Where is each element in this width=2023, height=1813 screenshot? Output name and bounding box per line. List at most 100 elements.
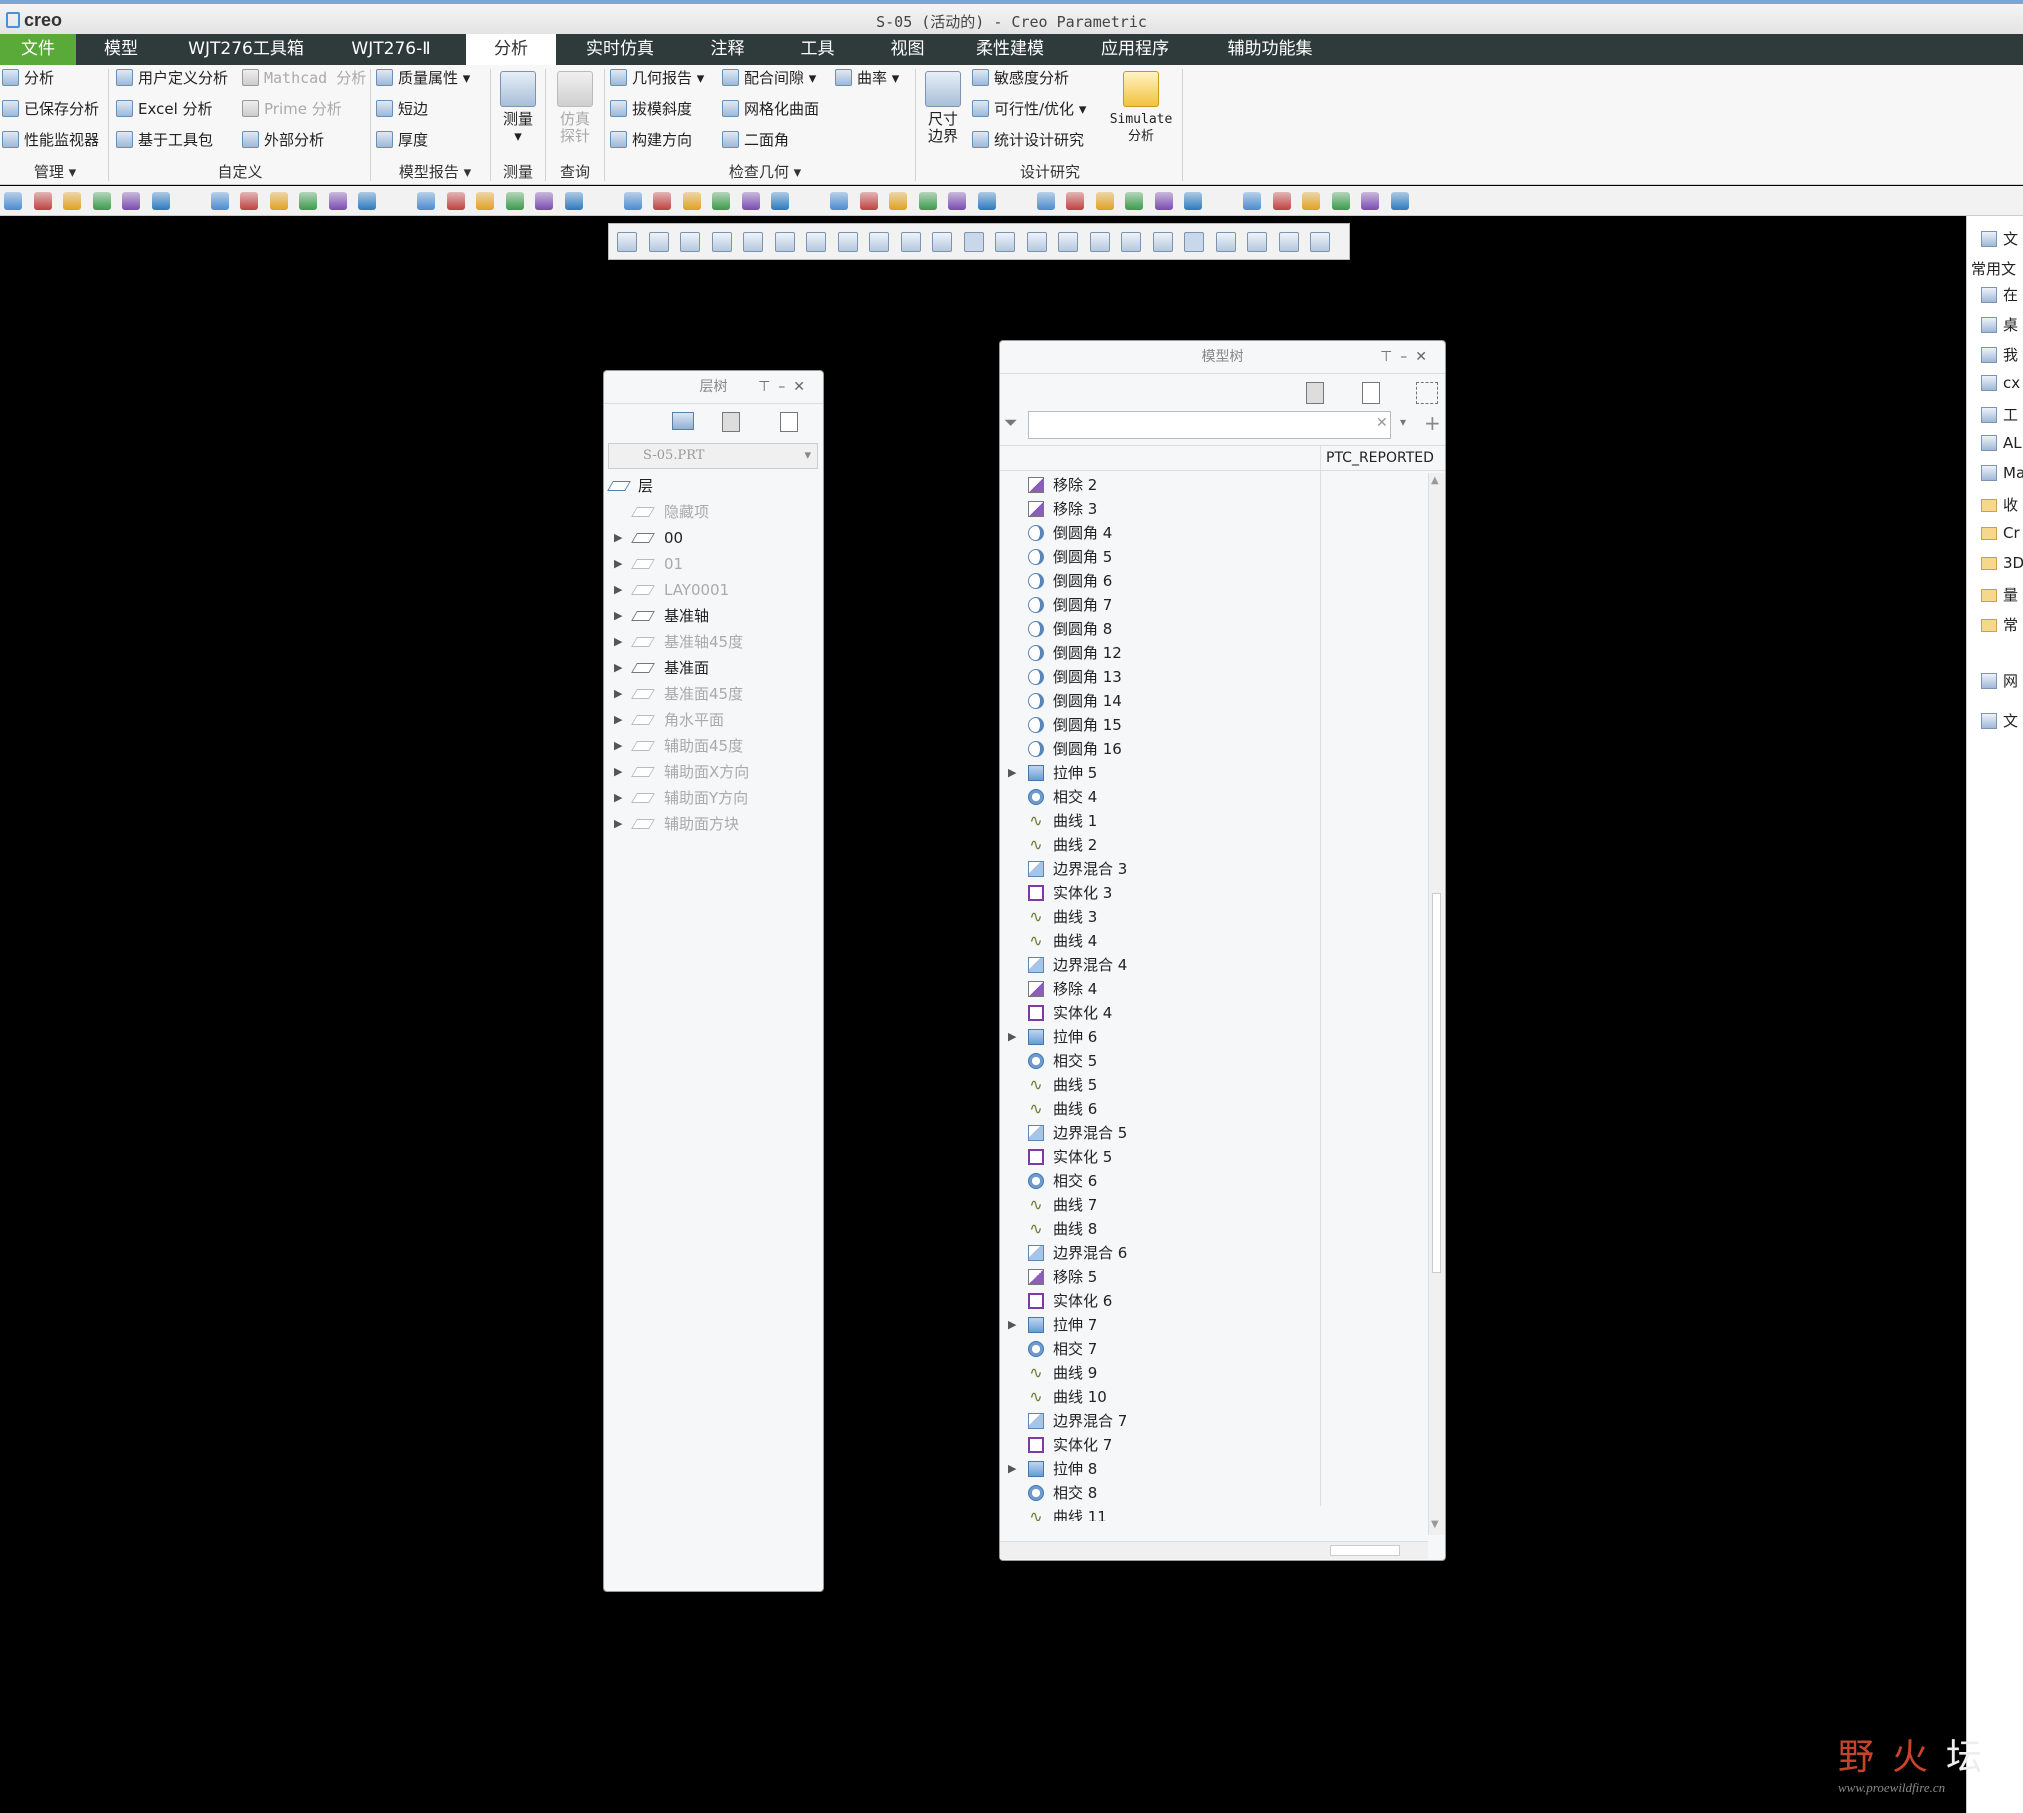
tree-row[interactable]: 移除 2 [1000,473,1320,497]
toolbar-tool-icon[interactable] [269,192,288,210]
scroll-down-icon[interactable]: ▼ [1431,1519,1439,1530]
layer-row[interactable]: ▶ 基准面45度 [604,681,822,707]
toolbar-tool-icon[interactable] [1007,192,1025,210]
toolbar-tool-icon[interactable] [151,192,170,210]
mathcad-analysis-button[interactable]: Mathcad 分析 [242,67,366,89]
performance-monitor-button[interactable]: 性能监视器 [2,129,99,151]
toolbar-tool-icon[interactable] [299,192,317,210]
expand-arrow-icon[interactable]: ▶ [614,655,622,681]
tab-aux-functions[interactable]: 辅助功能集 [1215,34,1325,65]
toolbar-tool-icon[interactable] [1361,192,1379,210]
toolbar-tool-icon[interactable] [977,192,996,210]
view-tool-icon[interactable] [995,232,1015,252]
panel-controls[interactable]: ⊤–✕ [1380,341,1435,373]
tree-row[interactable]: 倒圆角 14 [1000,689,1320,713]
toolbar-tool-icon[interactable] [476,192,494,210]
toolbar-tool-icon[interactable] [210,192,229,210]
layer-row[interactable]: ▶ 角水平面 [604,707,822,733]
vertical-scrollbar[interactable]: ▲ ▼ [1428,473,1445,1535]
view-tool-icon[interactable] [837,232,858,252]
tree-row[interactable]: ∿ 曲线 10 [1000,1385,1320,1409]
prime-analysis-button[interactable]: Prime 分析 [242,98,342,120]
view-tool-icon[interactable] [1310,232,1330,252]
toolbar-tool-icon[interactable] [564,192,583,210]
layer-root[interactable]: 层 [604,473,822,499]
group-model-report[interactable]: 模型报告 ▾ [385,161,485,182]
tree-row[interactable]: ∿ 曲线 3 [1000,905,1320,929]
browser-item[interactable]: 工 [1981,404,2018,425]
layer-row[interactable]: ▶ 辅助面方块 [604,811,822,837]
group-inspect-geometry[interactable]: 检查几何 ▾ [710,161,820,182]
clear-search-icon[interactable]: ✕ [1376,415,1388,431]
dimension-boundary-button[interactable]: 尺寸 边界 [920,71,966,145]
tree-row[interactable]: ▶ 拉伸 5 [1000,761,1320,785]
view-tool-icon[interactable] [648,232,669,252]
toolbar-tool-icon[interactable] [1184,192,1202,210]
short-edge-button[interactable]: 短边 [376,98,428,120]
layer-visibility-icon[interactable] [1416,382,1438,404]
tree-row[interactable]: 移除 3 [1000,497,1320,521]
curvature-button[interactable]: 曲率 ▾ [835,67,899,89]
browser-item[interactable]: 桌 [1981,314,2018,335]
toolbar-tool-icon[interactable] [889,192,907,210]
tab-wjt276-toolbox[interactable]: WJT276工具箱 [176,34,316,65]
tab-flexible-modeling[interactable]: 柔性建模 [960,34,1060,65]
browser-item[interactable]: 3D [1981,554,2023,572]
toolbar-tool-icon[interactable] [771,192,789,210]
expand-arrow-icon[interactable]: ▶ [614,629,622,655]
tree-row[interactable]: ∿ 曲线 8 [1000,1217,1320,1241]
add-icon[interactable]: + [1424,411,1441,435]
measure-button[interactable]: 测量 ▾ [496,71,540,145]
browser-item[interactable]: AL [1981,434,2022,452]
tree-row[interactable]: 移除 5 [1000,1265,1320,1289]
tree-row[interactable]: 倒圆角 13 [1000,665,1320,689]
toolbar-tool-icon[interactable] [328,192,347,210]
tree-row[interactable]: 倒圆角 8 [1000,617,1320,641]
toolbar-tool-icon[interactable] [1036,192,1055,210]
view-tool-icon[interactable] [963,232,984,252]
layer-row[interactable]: ▶ 基准轴45度 [604,629,822,655]
view-tool-icon[interactable] [900,232,921,252]
toolbar-tool-icon[interactable] [535,192,553,210]
toolbar-tool-icon[interactable] [859,192,878,210]
view-tool-icon[interactable] [1278,232,1299,252]
tree-row[interactable]: 边界混合 7 [1000,1409,1320,1433]
tree-row[interactable]: 移除 4 [1000,977,1320,1001]
view-tool-icon[interactable] [932,232,952,252]
tab-model[interactable]: 模型 [86,34,156,65]
tab-view[interactable]: 视图 [870,34,945,65]
statistical-design-study-button[interactable]: 统计设计研究 [972,129,1084,151]
simulate-analysis-button[interactable]: Simulate 分析 [1104,71,1178,145]
expand-arrow-icon[interactable]: ▶ [614,733,622,759]
tree-row[interactable]: 边界混合 6 [1000,1241,1320,1265]
toolbar-tool-icon[interactable] [682,192,701,210]
toolbar-tool-icon[interactable] [918,192,937,210]
settings-icon[interactable] [1306,382,1324,404]
browser-item[interactable]: 文 [1981,710,2018,731]
tree-row[interactable]: 相交 8 [1000,1481,1320,1505]
layer-row[interactable]: ▶ 01 [604,551,822,577]
tree-row[interactable]: 相交 6 [1000,1169,1320,1193]
show-icon[interactable] [1362,382,1380,404]
sensitivity-analysis-button[interactable]: 敏感度分析 [972,67,1069,89]
tree-row[interactable]: ∿ 曲线 4 [1000,929,1320,953]
tree-row[interactable]: ▶ 拉伸 8 [1000,1457,1320,1481]
tree-row[interactable]: 实体化 5 [1000,1145,1320,1169]
toolbar-tool-icon[interactable] [1125,192,1143,210]
tree-row[interactable]: ∿ 曲线 11 [1000,1505,1320,1521]
tree-row[interactable]: 倒圆角 16 [1000,737,1320,761]
tree-row[interactable]: 倒圆角 15 [1000,713,1320,737]
external-analysis-button[interactable]: 外部分析 [242,129,324,151]
tab-analysis[interactable]: 分析 [466,34,556,65]
draft-button[interactable]: 拔模斜度 [610,98,692,120]
toolbar-tool-icon[interactable] [417,192,435,210]
mesh-surface-button[interactable]: 网格化曲面 [722,98,819,120]
show-icon[interactable] [780,412,798,432]
toolbar-tool-icon[interactable] [358,192,376,210]
toolbar-tool-icon[interactable] [1066,192,1084,210]
tree-row[interactable]: 倒圆角 7 [1000,593,1320,617]
tree-row[interactable]: 实体化 7 [1000,1433,1320,1457]
toolbar-tool-icon[interactable] [505,192,524,210]
toolbar-tool-icon[interactable] [1214,192,1232,210]
layers-icon[interactable] [672,412,694,430]
